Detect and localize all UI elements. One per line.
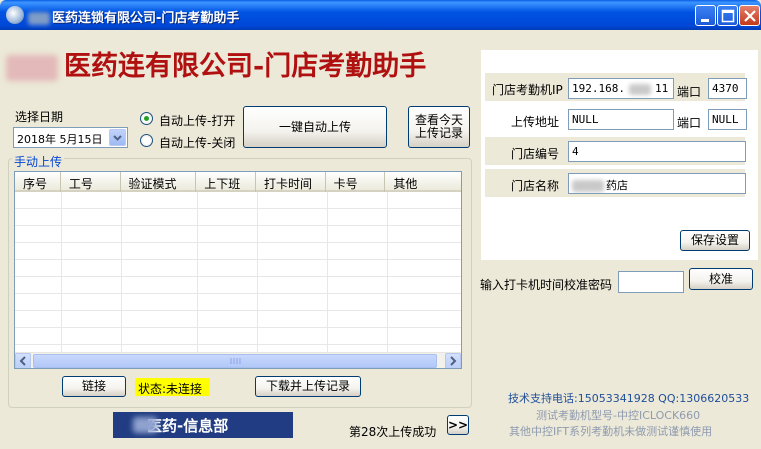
brand-label: 医药-信息部 [147,417,229,435]
redacted-store-name [572,180,604,192]
link-button[interactable]: 链接 [62,376,126,397]
download-upload-button[interactable]: 下载并上传记录 [255,376,361,397]
untested-warning: 其他中控IFT系列考勤机未做测试谨慎使用 [509,425,713,438]
ip-port-field[interactable]: 4370 [708,78,747,99]
main-window-client: 医药连有限公司-门店考勤助手 选择日期 2018年 5月15日 自动上传-打开 … [3,30,758,446]
column-divider [197,192,198,352]
column-divider [257,192,258,352]
ip-field[interactable]: 192.168. 11 [568,78,674,99]
column-header-verify-mode[interactable]: 验证模式 [121,172,197,192]
close-button[interactable] [739,5,760,26]
redacted-company-name [28,12,50,25]
grip-icon [230,358,241,364]
save-settings-button[interactable]: 保存设置 [680,230,750,251]
redacted-brand-prefix [133,417,157,433]
calibration-password-label: 输入打卡机时间校准密码 [480,278,613,292]
auto-upload-off-label[interactable]: 自动上传-关闭 [159,134,235,151]
calibrate-button[interactable]: 校准 [689,268,753,290]
ip-value: 192.168. [572,82,625,95]
column-header-shift[interactable]: 上下班 [196,172,256,192]
brand-strip: 医药-信息部 [113,412,293,438]
chevron-left-icon [19,356,26,366]
tested-model-note: 测试考勤机型号-中控ICLOCK660 [536,409,701,422]
title-bar[interactable]: 医药连锁有限公司-门店考勤助手 [0,0,761,30]
app-header-title-text: 医药连有限公司-门店考勤助手 [64,51,427,82]
redacted-ip-segment [628,83,651,95]
table-rows-area [15,192,461,352]
ip-port-label: 端口 [677,85,702,99]
ip-label: 门店考勤机IP [492,83,563,97]
chevron-down-icon[interactable] [109,129,126,146]
upload-port-label: 端口 [677,116,702,130]
date-picker[interactable]: 2018年 5月15日 [13,127,128,148]
column-header-punch-time[interactable]: 打卡时间 [256,172,326,192]
auto-upload-on-radio[interactable] [140,112,153,125]
records-table[interactable]: 序号 工号 验证模式 上下班 打卡时间 卡号 其他 [14,171,462,369]
auto-upload-on-label[interactable]: 自动上传-打开 [159,112,235,129]
column-header-emp-no[interactable]: 工号 [61,172,121,192]
upload-url-label: 上传地址 [511,115,560,129]
upload-count-status: 第28次上传成功 [349,425,437,439]
maximize-icon [721,9,735,23]
store-name-value: 药店 [606,179,628,192]
settings-panel: 门店考勤机IP 192.168. 11 端口 4370 上传地址 NULL 端口 … [481,50,758,260]
store-no-field[interactable]: 4 [568,141,746,162]
records-table-header: 序号 工号 验证模式 上下班 打卡时间 卡号 其他 [15,172,461,192]
calibration-password-field[interactable] [618,271,684,293]
horizontal-scrollbar[interactable] [15,352,461,368]
column-header-seq[interactable]: 序号 [15,172,61,192]
close-icon [744,10,756,22]
redacted-company-prefix [6,54,58,81]
ip-suffix: 11 [654,82,669,95]
connection-status-badge: 状态:未连接 [135,378,210,396]
app-header-title: 医药连有限公司-门店考勤助手 [6,44,426,83]
column-divider [387,192,388,352]
scroll-thumb[interactable] [33,354,437,368]
store-name-field[interactable]: 药店 [568,173,746,194]
minimize-icon [701,19,709,22]
column-divider [327,192,328,352]
store-no-label: 门店编号 [511,147,560,161]
scroll-right-button[interactable] [445,353,461,368]
next-button[interactable]: >> [447,415,469,435]
scroll-left-button[interactable] [15,353,31,368]
minimize-button[interactable] [695,5,716,26]
upload-url-field[interactable]: NULL [568,109,674,130]
column-divider [121,192,122,352]
date-value: 2018年 5月15日 [17,133,103,146]
manual-upload-caption: 手动上传 [12,153,65,170]
chevron-right-icon [450,356,457,366]
column-header-other[interactable]: 其他 [385,172,461,192]
support-contact: 技术支持电话:15053341928 QQ:1306620533 [508,392,750,405]
column-header-card-no[interactable]: 卡号 [326,172,386,192]
window-title: 医药连锁有限公司-门店考勤助手 [28,7,239,26]
view-today-records-button[interactable]: 查看今天上传记录 [408,106,470,148]
maximize-button[interactable] [717,5,738,26]
app-icon [6,6,24,24]
upload-port-field[interactable]: NULL [708,109,747,130]
store-name-label: 门店名称 [511,179,560,193]
date-label: 选择日期 [15,110,64,124]
auto-upload-off-radio[interactable] [140,134,153,147]
auto-upload-button[interactable]: 一键自动上传 [243,106,387,148]
column-divider [61,192,62,352]
window-title-text: 医药连锁有限公司-门店考勤助手 [52,11,240,26]
